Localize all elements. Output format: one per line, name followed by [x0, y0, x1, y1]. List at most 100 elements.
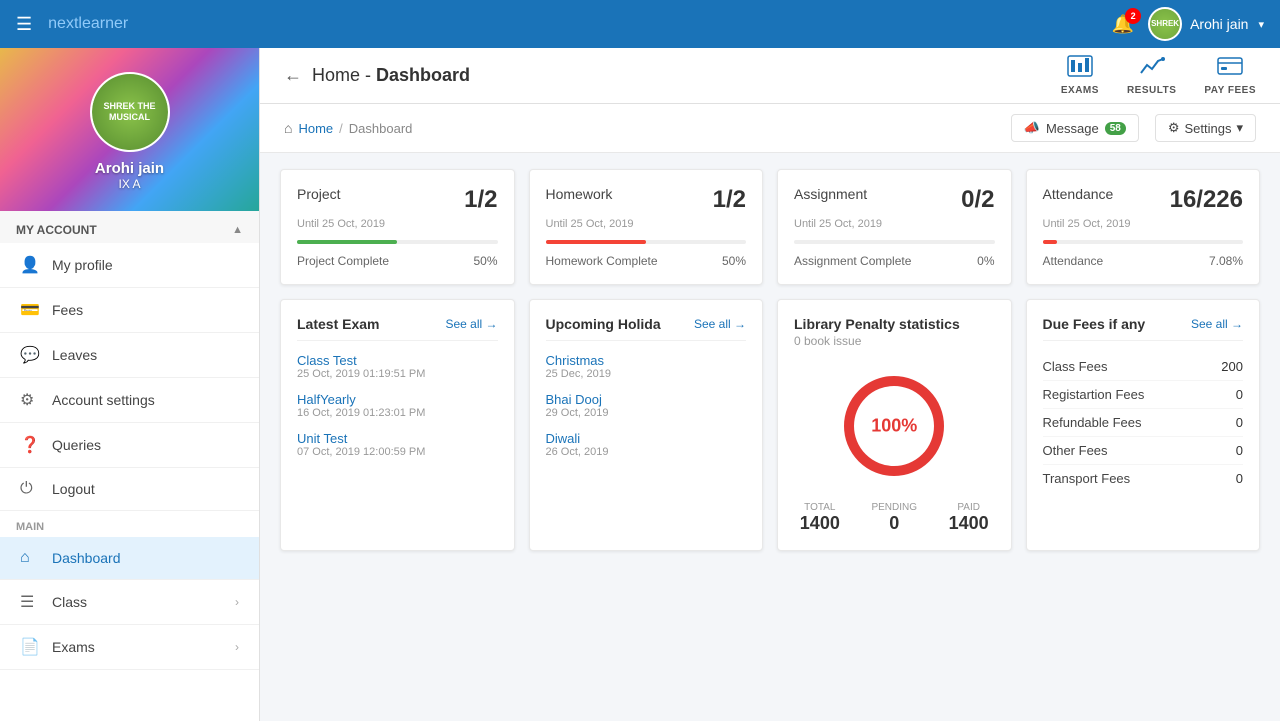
hamburger-menu[interactable]: ☰: [16, 14, 32, 35]
total-value: 1400: [800, 513, 840, 534]
top-nav: ☰ nextlearner 🔔 2 SHREK Arohi jain ▾: [0, 0, 1280, 48]
card-value: 1/2: [713, 186, 746, 214]
fee-value: 0: [1236, 443, 1243, 458]
pending-stat: PENDING 0: [871, 502, 917, 534]
fee-label: Class Fees: [1043, 359, 1108, 374]
progress-bar: [1043, 240, 1244, 244]
settings-button[interactable]: ⚙ Settings ▾: [1155, 114, 1256, 142]
holiday-date: 26 Oct, 2019: [546, 446, 747, 458]
exams-action[interactable]: EXAMS: [1061, 55, 1099, 96]
chevron-right-icon: ›: [235, 640, 239, 654]
avatar-image: SHREK: [1150, 7, 1180, 41]
card-value: 1/2: [464, 186, 497, 214]
holiday-list-item: Bhai Dooj 29 Oct, 2019: [546, 392, 747, 419]
fee-value: 0: [1236, 471, 1243, 486]
results-action-icon: [1139, 55, 1165, 83]
card-subtitle: Until 25 Oct, 2019: [794, 218, 995, 230]
notification-badge: 2: [1125, 8, 1141, 24]
nav-left: ☰ nextlearner: [16, 14, 128, 35]
holiday-name[interactable]: Bhai Dooj: [546, 392, 747, 407]
app-logo: nextlearner: [48, 15, 128, 33]
progress-bar: [297, 240, 498, 244]
fees-row: Class Fees 200: [1043, 353, 1244, 381]
fees-row: Registartion Fees 0: [1043, 381, 1244, 409]
holiday-name[interactable]: Diwali: [546, 431, 747, 446]
holidays-header: Upcoming Holida See all →: [546, 316, 747, 341]
holiday-name[interactable]: Christmas: [546, 353, 747, 368]
sidebar-item-class[interactable]: ☰ Class ›: [0, 580, 259, 625]
card-title: Project: [297, 186, 341, 202]
notification-bell[interactable]: 🔔 2: [1112, 14, 1134, 35]
exam-name[interactable]: Unit Test: [297, 431, 498, 446]
exam-list-item: Unit Test 07 Oct, 2019 12:00:59 PM: [297, 431, 498, 458]
fees-row: Transport Fees 0: [1043, 465, 1244, 492]
latest-exam-card: Latest Exam See all → Class Test 25 Oct,…: [280, 299, 515, 551]
sidebar-item-label: My profile: [52, 257, 113, 273]
sidebar-item-leaves[interactable]: 💬 Leaves: [0, 333, 259, 378]
widgets-row: Latest Exam See all → Class Test 25 Oct,…: [280, 299, 1260, 551]
stats-row: Project 1/2 Until 25 Oct, 2019 Project C…: [280, 169, 1260, 285]
progress-fill: [1043, 240, 1057, 244]
sidebar-item-logout[interactable]: ⏻ Logout: [0, 468, 259, 511]
donut-value: 100%: [871, 416, 917, 437]
footer-value: 0%: [977, 254, 994, 268]
donut-chart: 100%: [834, 366, 954, 486]
sidebar-item-exams[interactable]: 📄 Exams ›: [0, 625, 259, 670]
stat-card-project: Project 1/2 Until 25 Oct, 2019 Project C…: [280, 169, 515, 285]
nav-right: 🔔 2 SHREK Arohi jain ▾: [1112, 7, 1264, 41]
pay-fees-action[interactable]: PAY FEES: [1204, 55, 1256, 96]
user-menu[interactable]: SHREK Arohi jain ▾: [1148, 7, 1264, 41]
back-button[interactable]: ←: [284, 65, 302, 86]
sidebar-item-my-profile[interactable]: 👤 My profile: [0, 243, 259, 288]
holiday-list-item: Diwali 26 Oct, 2019: [546, 431, 747, 458]
pay-fees-action-icon: [1217, 55, 1243, 83]
fee-value: 0: [1236, 415, 1243, 430]
results-action[interactable]: RESULTS: [1127, 55, 1176, 96]
due-fees-header: Due Fees if any See all →: [1043, 316, 1244, 341]
sidebar-item-label: Exams: [52, 639, 95, 655]
chevron-down-icon: ▾: [1258, 18, 1264, 31]
exam-name[interactable]: HalfYearly: [297, 392, 498, 407]
exams-action-label: EXAMS: [1061, 85, 1099, 96]
header-actions: EXAMS RESULTS PAY FEES: [1061, 55, 1256, 96]
sidebar-item-account-settings[interactable]: ⚙ Account settings: [0, 378, 259, 423]
latest-exam-title: Latest Exam: [297, 316, 379, 332]
settings-icon: ⚙: [20, 390, 40, 410]
pay-fees-action-label: PAY FEES: [1204, 85, 1256, 96]
card-subtitle: Until 25 Oct, 2019: [546, 218, 747, 230]
holiday-date: 25 Dec, 2019: [546, 368, 747, 380]
chevron-right-icon: ›: [235, 595, 239, 609]
logout-icon: ⏻: [20, 480, 40, 498]
sidebar-item-queries[interactable]: ❓ Queries: [0, 423, 259, 468]
due-fees-see-all[interactable]: See all →: [1191, 317, 1243, 331]
breadcrumb-home-link[interactable]: Home: [298, 121, 333, 136]
sidebar-profile: SHREK THE MUSICAL Arohi jain IX A: [0, 48, 259, 211]
card-subtitle: Until 25 Oct, 2019: [1043, 218, 1244, 230]
total-stat: TOTAL 1400: [800, 502, 840, 534]
home-icon: ⌂: [284, 120, 292, 136]
latest-exam-see-all[interactable]: See all →: [445, 317, 497, 331]
footer-label: Attendance: [1043, 254, 1104, 268]
holidays-see-all[interactable]: See all →: [694, 317, 746, 331]
settings-label: Settings: [1184, 121, 1231, 136]
stat-card-attendance: Attendance 16/226 Until 25 Oct, 2019 Att…: [1026, 169, 1261, 285]
exam-date: 25 Oct, 2019 01:19:51 PM: [297, 368, 498, 380]
page-title: Home - Dashboard: [312, 65, 470, 86]
card-header: Attendance 16/226: [1043, 186, 1244, 214]
fee-value: 0: [1236, 387, 1243, 402]
holiday-list-item: Christmas 25 Dec, 2019: [546, 353, 747, 380]
avatar: SHREK: [1148, 7, 1182, 41]
message-button[interactable]: 📣 Message 58: [1011, 114, 1139, 142]
card-footer: Attendance 7.08%: [1043, 254, 1244, 268]
sidebar-item-fees[interactable]: 💳 Fees: [0, 288, 259, 333]
penalty-stats: TOTAL 1400 PENDING 0 PAID 1400: [794, 502, 995, 534]
fees-icon: 💳: [20, 300, 40, 320]
pending-value: 0: [871, 513, 917, 534]
exam-name[interactable]: Class Test: [297, 353, 498, 368]
sidebar-item-label: Class: [52, 594, 87, 610]
sidebar-item-dashboard[interactable]: ⌂ Dashboard: [0, 537, 259, 580]
my-account-section[interactable]: My account ▲: [0, 211, 259, 243]
pending-label: PENDING: [871, 502, 917, 513]
fee-label: Other Fees: [1043, 443, 1108, 458]
fees-row: Refundable Fees 0: [1043, 409, 1244, 437]
